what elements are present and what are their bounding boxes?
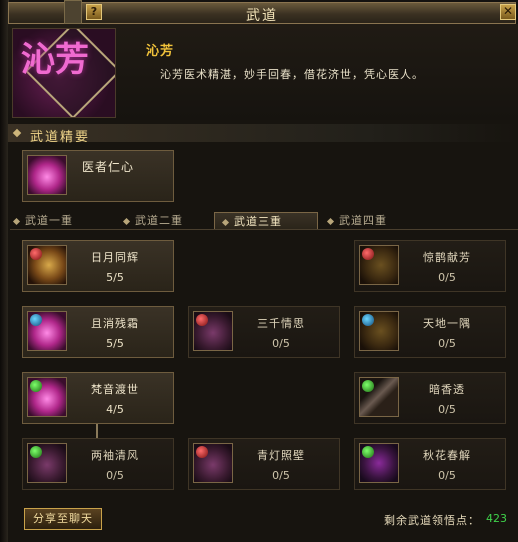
fire-badge-icon (30, 248, 42, 260)
wood-badge-icon (30, 380, 42, 392)
school-description: 沁芳医术精湛，妙手回春，借花济世，凭心医人。 (160, 68, 424, 81)
skill-name: 青灯照壁 (257, 449, 305, 462)
skill-card-riyue[interactable]: 日月同辉 5/5 (22, 240, 174, 292)
skill-level: 0/5 (438, 337, 456, 350)
martial-path-window: 武道 ? ✕ 沁芳 沁芳 沁芳医术精湛，妙手回春，借花济世，凭心医人。 武道精要… (0, 0, 518, 542)
skill-name: 且消残霜 (91, 317, 139, 330)
close-button[interactable]: ✕ (500, 4, 516, 20)
skill-name: 日月同辉 (91, 251, 139, 264)
skill-name: 三千情思 (257, 317, 305, 330)
skill-card-jingque[interactable]: 惊鹊献芳 0/5 (354, 240, 506, 292)
skill-level: 0/5 (272, 337, 290, 350)
skill-connector-line (96, 424, 98, 438)
breeze-icon (27, 443, 67, 483)
wood-badge-icon (30, 446, 42, 458)
tab-tier-4[interactable]: 武道四重 (326, 212, 387, 230)
skill-card-fanyin[interactable]: 梵音渡世 4/5 (22, 372, 174, 424)
window-title: 武道 (246, 8, 278, 24)
tab-label: 武道一重 (25, 214, 73, 227)
skill-level: 0/5 (438, 469, 456, 482)
tab-label: 武道二重 (135, 214, 183, 227)
skill-level: 5/5 (106, 337, 124, 350)
remaining-points-value: 423 (486, 512, 507, 525)
skill-level: 0/5 (272, 469, 290, 482)
skill-name: 惊鹊献芳 (423, 251, 471, 264)
skill-level: 0/5 (438, 271, 456, 284)
emblem-calligraphy: 沁芳 (21, 40, 89, 80)
skill-card-qiexiao[interactable]: 且消残霜 5/5 (22, 306, 174, 358)
featured-skill-name: 医者仁心 (82, 160, 135, 174)
skill-level: 4/5 (106, 403, 124, 416)
skill-card-sanqian[interactable]: 三千情思 0/5 (188, 306, 340, 358)
fire-badge-icon (196, 314, 208, 326)
skill-name: 秋花春解 (423, 449, 471, 462)
tab-divider (10, 229, 518, 230)
skill-name: 天地一隅 (423, 317, 471, 330)
fire-badge-icon (196, 446, 208, 458)
skill-level: 0/5 (106, 469, 124, 482)
tier-tabs: 武道一重 武道二重 武道三重 武道四重 (10, 212, 518, 230)
wood-badge-icon (362, 380, 374, 392)
skill-card-qingdeng[interactable]: 青灯照壁 0/5 (188, 438, 340, 490)
tab-tier-1[interactable]: 武道一重 (12, 212, 73, 230)
skill-card-liangxiu[interactable]: 两袖清风 0/5 (22, 438, 174, 490)
water-badge-icon (362, 314, 374, 326)
lotus-heal-icon[interactable] (27, 155, 67, 195)
tab-tier-2[interactable]: 武道二重 (122, 212, 183, 230)
skill-level: 0/5 (438, 403, 456, 416)
thought-icon (193, 311, 233, 351)
skill-card-tiandi[interactable]: 天地一隅 0/5 (354, 306, 506, 358)
corner-icon (359, 311, 399, 351)
sanskrit-icon (27, 377, 67, 417)
corner-ornament (64, 0, 82, 24)
tab-label: 武道三重 (234, 215, 282, 228)
essentials-title: 武道精要 (30, 130, 91, 145)
magpie-icon (359, 245, 399, 285)
tab-diamond-icon (221, 218, 230, 226)
wood-badge-icon (362, 446, 374, 458)
flower-icon (359, 443, 399, 483)
tab-diamond-icon (326, 217, 335, 225)
sun-moon-icon (27, 245, 67, 285)
fire-badge-icon (362, 248, 374, 260)
skill-level: 5/5 (106, 271, 124, 284)
help-button[interactable]: ? (86, 4, 102, 20)
skill-name: 梵音渡世 (91, 383, 139, 396)
skill-name: 暗香透 (429, 383, 465, 396)
skill-card-anxiang[interactable]: 暗香透 0/5 (354, 372, 506, 424)
tab-tier-3[interactable]: 武道三重 (214, 212, 318, 230)
skill-card-qiuhua[interactable]: 秋花春解 0/5 (354, 438, 506, 490)
share-to-chat-button[interactable]: 分享至聊天 (24, 508, 102, 530)
school-emblem: 沁芳 (12, 28, 116, 118)
tab-label: 武道四重 (339, 214, 387, 227)
fragrance-icon (359, 377, 399, 417)
remaining-points-label: 剩余武道领悟点： (384, 514, 480, 527)
frost-icon (27, 311, 67, 351)
skill-name: 两袖清风 (91, 449, 139, 462)
tab-diamond-icon (12, 217, 21, 225)
title-bar[interactable]: 武道 (8, 2, 516, 24)
lamp-icon (193, 443, 233, 483)
water-badge-icon (30, 314, 42, 326)
school-name: 沁芳 (146, 44, 175, 59)
tab-diamond-icon (122, 217, 131, 225)
